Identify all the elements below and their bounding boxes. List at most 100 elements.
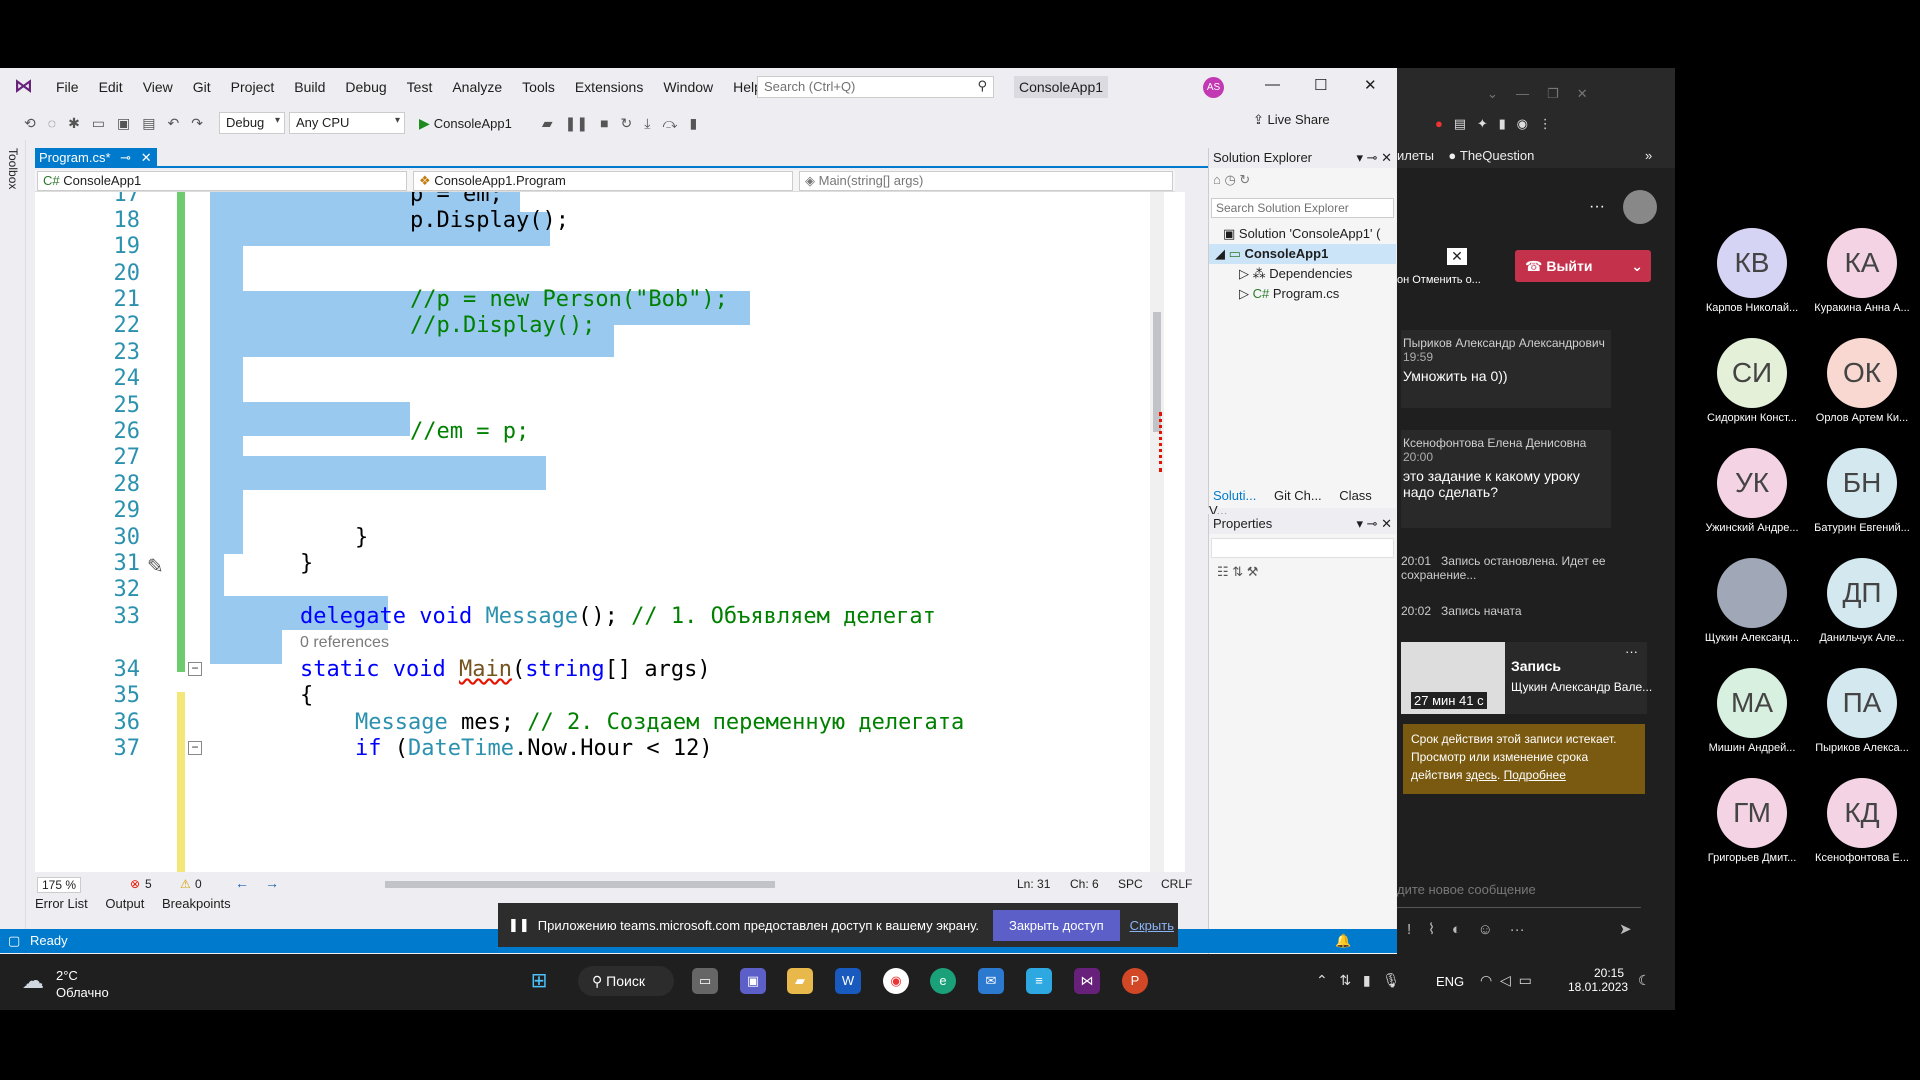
tab-program-cs[interactable]: Program.cs* ⊸ ✕ bbox=[35, 148, 157, 168]
wrench-icon[interactable]: ⚒ bbox=[1247, 564, 1259, 579]
battery-icon[interactable]: ▭ bbox=[1519, 972, 1532, 988]
stop-sharing-button[interactable]: Закрыть доступ bbox=[992, 909, 1120, 941]
menu-build[interactable]: Build bbox=[284, 68, 335, 106]
menu-edit[interactable]: Edit bbox=[89, 68, 133, 106]
bookmark[interactable]: илеты bbox=[1397, 148, 1434, 163]
expand-icon[interactable]: ◢ bbox=[1215, 246, 1229, 261]
volume-icon[interactable]: ◁ bbox=[1500, 972, 1511, 988]
close-tab-icon[interactable]: ✕ bbox=[141, 150, 152, 165]
close-icon[interactable]: ✕ bbox=[1447, 248, 1467, 265]
start-icon[interactable]: ⊞ bbox=[526, 968, 552, 994]
new-project-icon[interactable]: ✱ bbox=[68, 115, 80, 132]
play-icon[interactable]: ▶ bbox=[419, 115, 430, 132]
menu-test[interactable]: Test bbox=[397, 68, 443, 106]
menu-project[interactable]: Project bbox=[221, 68, 285, 106]
platform-dropdown[interactable]: Any CPU bbox=[288, 112, 405, 134]
home-icon[interactable]: ⌂ ◷ ↻ bbox=[1213, 172, 1250, 187]
participant-tile[interactable]: КД Ксенофонтова Е... bbox=[1807, 778, 1917, 864]
zoom-dropdown[interactable]: 175 % bbox=[37, 877, 82, 893]
step-over-icon[interactable]: ⤼ bbox=[662, 115, 677, 132]
adblock-icon[interactable]: ● bbox=[1435, 116, 1443, 131]
moon-icon[interactable]: ☾ bbox=[1638, 972, 1651, 989]
warning-icon[interactable]: ⚠ bbox=[180, 877, 191, 891]
participant-tile[interactable]: УК Ужинский Андре... bbox=[1697, 448, 1807, 534]
avatar[interactable]: AS bbox=[1203, 77, 1224, 98]
clock[interactable]: 20:15 18.01.2023 bbox=[1568, 966, 1628, 994]
forward-icon[interactable]: ◌ bbox=[48, 115, 56, 131]
open-icon[interactable]: ▭ bbox=[92, 115, 105, 132]
sidebar-icon[interactable]: ▮ bbox=[1499, 116, 1506, 131]
language-indicator[interactable]: ENG bbox=[1436, 974, 1464, 989]
save-icon[interactable]: ▣ bbox=[117, 115, 130, 132]
menu-git[interactable]: Git bbox=[183, 68, 221, 106]
more-icon[interactable]: ⋮ bbox=[1539, 116, 1552, 131]
minimize-icon[interactable]: — bbox=[1265, 76, 1280, 93]
chevron-up-icon[interactable]: ⌃ bbox=[1316, 972, 1328, 988]
tab-output[interactable]: Output bbox=[105, 896, 144, 911]
more-options-icon[interactable]: ··· bbox=[1589, 198, 1605, 216]
minimize-icon[interactable]: — bbox=[1516, 86, 1529, 101]
nav-back-icon[interactable]: ← bbox=[235, 875, 249, 891]
avatar[interactable] bbox=[1623, 190, 1657, 224]
undo-icon[interactable]: ↶ bbox=[168, 115, 180, 132]
references-codelens[interactable]: 0 references bbox=[300, 634, 389, 652]
stop-icon[interactable]: ■ bbox=[600, 115, 608, 131]
participant-tile[interactable]: ОК Орлов Артем Ки... bbox=[1807, 338, 1917, 424]
edge-icon[interactable]: e bbox=[930, 968, 956, 994]
menu-analyze[interactable]: Analyze bbox=[442, 68, 512, 106]
signal-icon[interactable]: ▮ bbox=[1363, 972, 1371, 988]
chrome-icon[interactable]: ◉ bbox=[883, 968, 909, 994]
chevron-down-icon[interactable]: ⌄ bbox=[1487, 86, 1498, 101]
code-editor[interactable]: 17 p = em; 18 p.Display(); 19 20 21 //p … bbox=[35, 192, 1185, 872]
participant-tile[interactable]: ДП Данильчук Але... bbox=[1807, 558, 1917, 644]
participant-tile[interactable]: ГМ Григорьев Дмит... bbox=[1697, 778, 1807, 864]
tree-item-program-cs[interactable]: ▷ C# Program.cs bbox=[1209, 284, 1396, 304]
menu-debug[interactable]: Debug bbox=[335, 68, 396, 106]
powerpoint-icon[interactable]: P bbox=[1122, 968, 1148, 994]
more-icon[interactable]: ··· bbox=[1510, 921, 1525, 938]
class-dropdown[interactable]: ❖ ConsoleApp1.Program bbox=[413, 171, 793, 191]
alphabetical-icon[interactable]: ⇅ bbox=[1232, 564, 1247, 579]
back-icon[interactable]: ⟲ bbox=[24, 115, 36, 132]
close-icon[interactable]: ✕ bbox=[1577, 86, 1588, 101]
pause-share-icon[interactable]: ❚❚ bbox=[508, 917, 530, 933]
maximize-icon[interactable]: ☐ bbox=[1314, 76, 1327, 94]
mail-icon[interactable]: ✉ bbox=[978, 968, 1004, 994]
participant-tile[interactable]: КА Куракина Анна А... bbox=[1807, 228, 1917, 314]
loop-icon[interactable]: ◐ bbox=[1452, 921, 1461, 938]
menu-view[interactable]: View bbox=[133, 68, 183, 106]
send-icon[interactable]: ➤ bbox=[1619, 920, 1632, 938]
collapse-icon[interactable]: − bbox=[188, 662, 202, 676]
collapse-icon[interactable]: − bbox=[188, 741, 202, 755]
file-explorer-icon[interactable]: ▰ bbox=[787, 968, 813, 994]
emoji-icon[interactable]: ☺ bbox=[1478, 921, 1493, 938]
horizontal-scrollbar[interactable] bbox=[385, 881, 775, 888]
notepad-icon[interactable]: ≡ bbox=[1026, 968, 1052, 994]
toolbox-tab[interactable]: Toolbox bbox=[0, 140, 26, 1000]
tree-item-solution[interactable]: ▣ Solution 'ConsoleApp1' ( bbox=[1209, 224, 1396, 244]
bookmark[interactable]: TheQuestion bbox=[1460, 148, 1534, 163]
tree-item-project[interactable]: ◢ ▭ ConsoleApp1 bbox=[1209, 244, 1396, 264]
collapsed-icon[interactable]: ▷ bbox=[1239, 266, 1253, 281]
pane-close-icon[interactable]: ▾ ⊸ ✕ bbox=[1356, 516, 1392, 532]
run-button[interactable]: ConsoleApp1 bbox=[434, 116, 512, 131]
chevron-down-icon[interactable]: ⌄ bbox=[1631, 250, 1643, 282]
recording-card[interactable]: 27 мин 41 с Запись Щукин Александр Вале.… bbox=[1401, 642, 1652, 714]
close-icon[interactable]: ✕ bbox=[1364, 76, 1377, 94]
folder-icon[interactable]: ▰ bbox=[542, 115, 553, 132]
tab-git-changes[interactable]: Git Ch... bbox=[1274, 488, 1322, 503]
attach-icon[interactable]: ⌇ bbox=[1428, 921, 1435, 938]
pause-icon[interactable]: ❚❚ bbox=[565, 115, 588, 132]
compose-input[interactable]: дите новое сообщение bbox=[1397, 872, 1641, 908]
participant-tile[interactable]: БН Батурин Евгений... bbox=[1807, 448, 1917, 534]
cancel-text[interactable]: он Отменить о... bbox=[1397, 274, 1481, 286]
leave-button[interactable]: ☎ Выйти ⌄ bbox=[1515, 250, 1651, 282]
tab-breakpoints[interactable]: Breakpoints bbox=[162, 896, 231, 911]
format-icon[interactable]: ! bbox=[1407, 921, 1411, 938]
tab-solution[interactable]: Soluti... bbox=[1213, 488, 1256, 503]
participant-tile[interactable]: МА Мишин Андрей... bbox=[1697, 668, 1807, 754]
tree-item-dependencies[interactable]: ▷ ⁂ Dependencies bbox=[1209, 264, 1396, 284]
menu-tools[interactable]: Tools bbox=[512, 68, 565, 106]
notice-here-link[interactable]: здесь bbox=[1466, 768, 1497, 782]
weather-temp[interactable]: 2°C bbox=[56, 968, 78, 983]
